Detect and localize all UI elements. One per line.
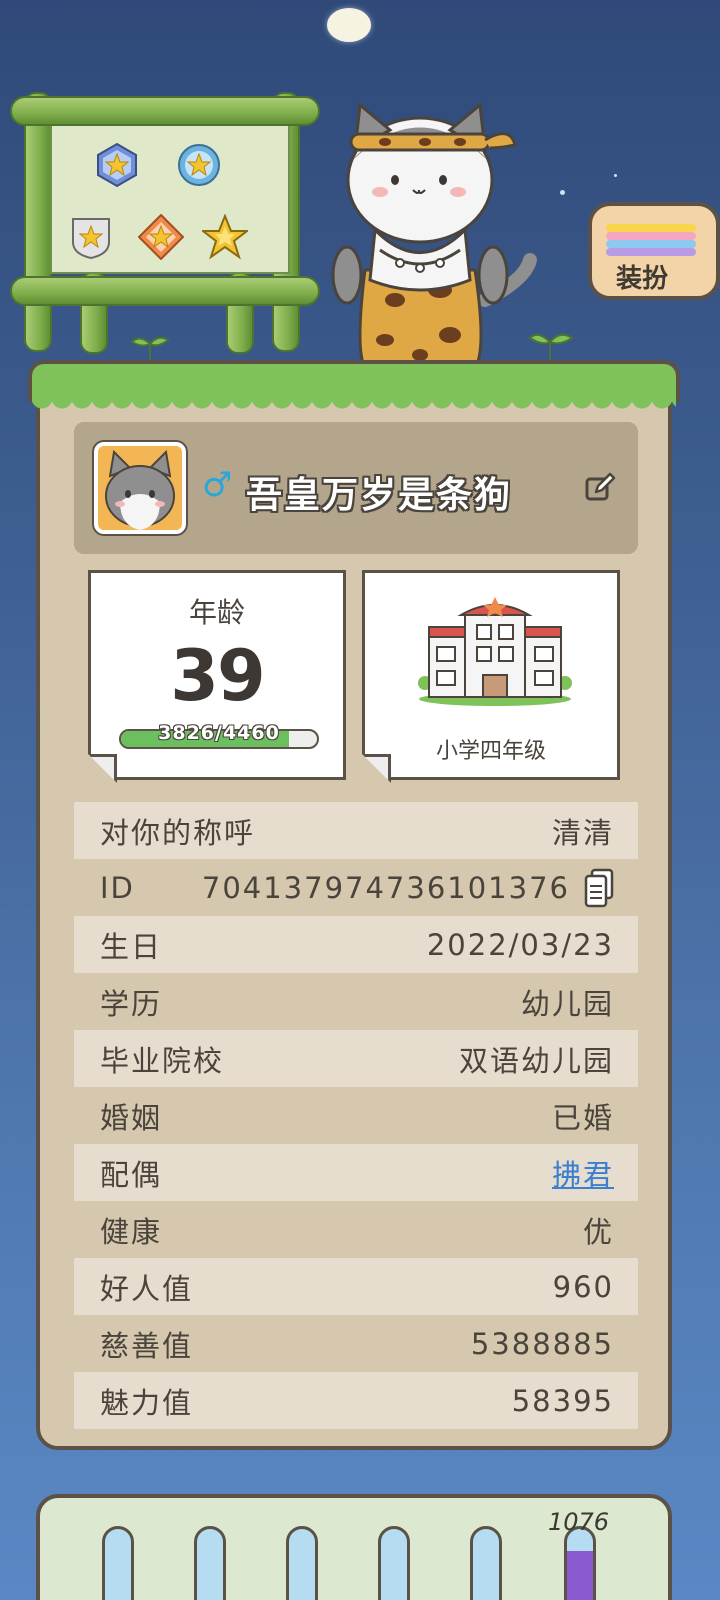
row-value: 58395 (511, 1383, 614, 1418)
copy-icon[interactable] (584, 868, 614, 908)
row-key: 毕业院校 (100, 1043, 225, 1078)
row-key: 学历 (100, 986, 163, 1021)
row-key: 生日 (100, 929, 163, 964)
star-badge-icon[interactable] (68, 214, 114, 260)
star (560, 190, 565, 195)
age-card[interactable]: 年龄 39 3826/4460 (88, 570, 346, 780)
achievement-board[interactable] (10, 92, 328, 362)
star-badge-icon[interactable] (138, 214, 184, 260)
school-grade-label: 小学四年级 (435, 739, 546, 764)
profile-header: ♂ 吾皇万岁是条狗 (74, 422, 638, 554)
row-key: 配偶 (100, 1157, 163, 1192)
potion-tube[interactable] (286, 1526, 318, 1600)
info-row-charity: 慈善值 5388885 (74, 1315, 638, 1372)
star-badge-icon[interactable] (94, 142, 140, 188)
row-key: 婚姻 (100, 1100, 163, 1135)
edit-icon[interactable] (584, 472, 616, 504)
rainbow-stripe (606, 232, 696, 240)
potion-tube[interactable] (194, 1526, 226, 1600)
dress-up-label: 装扮 (616, 264, 669, 294)
info-row-birthday: 生日 2022/03/23 (74, 916, 638, 973)
row-key: 健康 (100, 1214, 163, 1249)
info-row-charm: 魅力值 58395 (74, 1372, 638, 1429)
moon (327, 8, 371, 42)
row-value: 清清 (551, 815, 614, 850)
row-key: 对你的称呼 (100, 815, 256, 850)
potion-tube[interactable] (378, 1526, 410, 1600)
info-row-nickname-for-you: 对你的称呼 清清 (74, 802, 638, 859)
paper-curl (88, 754, 114, 780)
bamboo-bar (10, 276, 320, 306)
grass-ledge (28, 360, 680, 412)
age-value: 39 (170, 635, 265, 717)
paper-curl (362, 754, 388, 780)
info-row-health: 健康 优 (74, 1201, 638, 1258)
row-value: 5388885 (470, 1326, 614, 1361)
row-value: 已婚 (551, 1100, 614, 1135)
row-value: 2022/03/23 (426, 927, 614, 962)
gender-male-icon: ♂ (202, 465, 233, 505)
potion-count: 1076 (548, 1508, 610, 1536)
info-row-school: 毕业院校 双语幼儿园 (74, 1030, 638, 1087)
avatar[interactable] (94, 442, 186, 534)
age-progress-text: 3826/4460 (158, 722, 280, 744)
star-badge-icon[interactable] (176, 142, 222, 188)
row-key: 魅力值 (100, 1385, 194, 1420)
school-building-icon (418, 597, 572, 706)
school-card[interactable]: 小学四年级 (362, 570, 620, 780)
bottom-panel: 1076 (36, 1494, 672, 1600)
profile-card: ♂ 吾皇万岁是条狗 年龄 39 3826/4460 小学四年级 对你的称呼 清清… (36, 386, 672, 1450)
row-value: 优 (582, 1214, 614, 1249)
rainbow-stripe (606, 240, 696, 248)
row-value: 7041379747361013​76 (201, 870, 570, 905)
info-row-spouse: 配偶 拂君 (74, 1144, 638, 1201)
sprout-decoration (130, 336, 170, 360)
nickname: 吾皇万岁是条狗 (246, 474, 513, 516)
spouse-link[interactable]: 拂君 (552, 1152, 614, 1194)
info-list: 对你的称呼 清清 ID 7041379747361013​76 生日 2022/… (74, 802, 638, 1429)
row-key: 好人值 (100, 1271, 194, 1306)
potion-tube[interactable] (564, 1526, 596, 1600)
row-key: ID (100, 870, 135, 905)
info-row-marriage: 婚姻 已婚 (74, 1087, 638, 1144)
row-value: 双语幼儿园 (458, 1043, 614, 1078)
bamboo-bar (10, 96, 320, 126)
rainbow-stripe (606, 224, 696, 232)
bamboo-post (24, 92, 52, 352)
sprout-decoration (528, 333, 574, 360)
row-value: 960 (552, 1269, 614, 1304)
info-row-good-person: 好人值 960 (74, 1258, 638, 1315)
cat-character[interactable] (325, 100, 545, 380)
star (614, 174, 617, 177)
row-value: 幼儿园 (520, 986, 614, 1021)
info-row-id: ID 7041379747361013​76 (74, 859, 638, 916)
potion-tube[interactable] (470, 1526, 502, 1600)
info-row-education: 学历 幼儿园 (74, 973, 638, 1030)
age-label: 年龄 (188, 596, 245, 629)
rainbow-stripe (606, 248, 696, 256)
dress-up-button[interactable]: 装扮 (588, 202, 720, 300)
potion-tube[interactable] (102, 1526, 134, 1600)
star-badge-icon[interactable] (202, 214, 248, 260)
row-key: 慈善值 (100, 1328, 194, 1363)
